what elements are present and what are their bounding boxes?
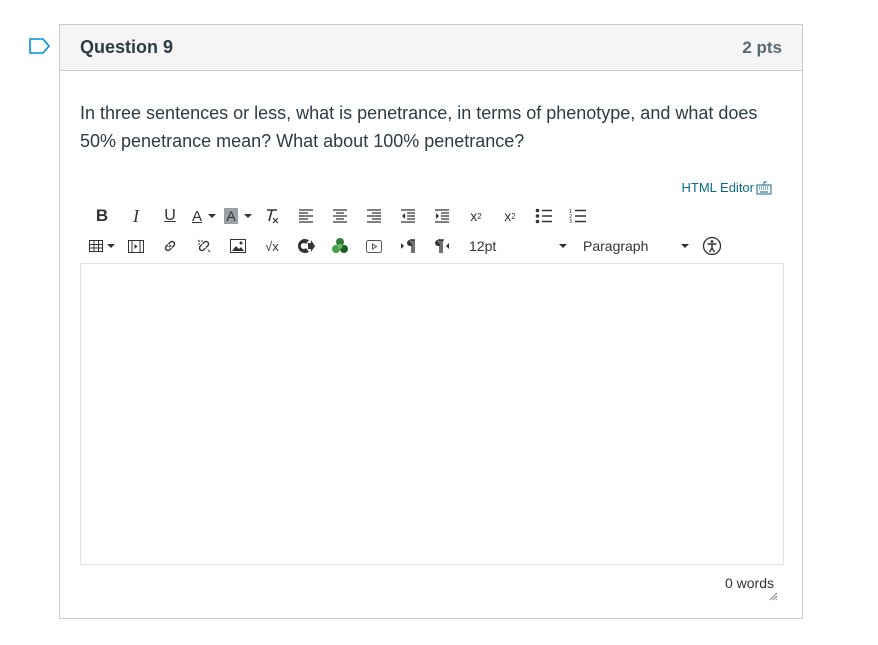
- question-text: In three sentences or less, what is pene…: [80, 103, 758, 151]
- subscript-icon[interactable]: x2: [493, 204, 527, 228]
- accessibility-checker-icon[interactable]: [695, 234, 729, 258]
- align-center-icon[interactable]: [323, 204, 357, 228]
- align-right-icon[interactable]: [357, 204, 391, 228]
- question-header: Question 9 2 pts: [60, 25, 802, 71]
- bullet-list-icon[interactable]: [527, 204, 561, 228]
- bold-icon[interactable]: B: [85, 204, 119, 228]
- rtl-icon[interactable]: [425, 234, 459, 258]
- html-editor-label: HTML Editor: [681, 180, 754, 195]
- text-color-icon[interactable]: A: [187, 204, 221, 228]
- table-icon[interactable]: [85, 234, 119, 258]
- unlink-icon[interactable]: [187, 234, 221, 258]
- ltr-icon[interactable]: [391, 234, 425, 258]
- html-editor-link[interactable]: HTML Editor: [682, 180, 772, 195]
- background-color-icon[interactable]: A: [221, 204, 255, 228]
- equation-icon[interactable]: √x: [255, 234, 289, 258]
- italic-icon[interactable]: I: [119, 204, 153, 228]
- image-icon[interactable]: [221, 234, 255, 258]
- align-left-icon[interactable]: [289, 204, 323, 228]
- question-card: Question 9 2 pts In three sentences or l…: [59, 24, 803, 619]
- font-size-value: 12pt: [469, 238, 497, 254]
- link-icon[interactable]: [153, 234, 187, 258]
- block-format-select[interactable]: Paragraph: [577, 234, 695, 258]
- font-size-select[interactable]: 12pt: [463, 234, 573, 258]
- rich-text-editor-area[interactable]: [80, 263, 784, 565]
- flag-question-icon[interactable]: [28, 36, 52, 56]
- editor-toolbar-row-2: √x 12pt Paragraph: [85, 234, 729, 258]
- outdent-icon[interactable]: [391, 204, 425, 228]
- word-count: 0 words: [724, 575, 774, 591]
- media-icon[interactable]: [119, 234, 153, 258]
- chevron-down-icon: [681, 244, 689, 248]
- editor-toolbar-row-1: B I U A A x2 x2 123: [85, 204, 595, 228]
- indent-icon[interactable]: [425, 204, 459, 228]
- keyboard-icon: [756, 181, 772, 194]
- clear-formatting-icon[interactable]: [255, 204, 289, 228]
- svg-text:3: 3: [569, 219, 572, 224]
- underline-icon[interactable]: U: [153, 204, 187, 228]
- record-media-icon[interactable]: [357, 234, 391, 258]
- office-365-icon[interactable]: [323, 234, 357, 258]
- question-title: Question 9: [80, 37, 174, 57]
- chevron-down-icon: [559, 244, 567, 248]
- resize-handle-icon[interactable]: [769, 588, 778, 601]
- superscript-icon[interactable]: x2: [459, 204, 493, 228]
- block-format-value: Paragraph: [583, 238, 649, 254]
- lti-tools-icon[interactable]: [289, 234, 323, 258]
- question-points: 2 pts: [742, 37, 782, 57]
- numbered-list-icon[interactable]: 123: [561, 204, 595, 228]
